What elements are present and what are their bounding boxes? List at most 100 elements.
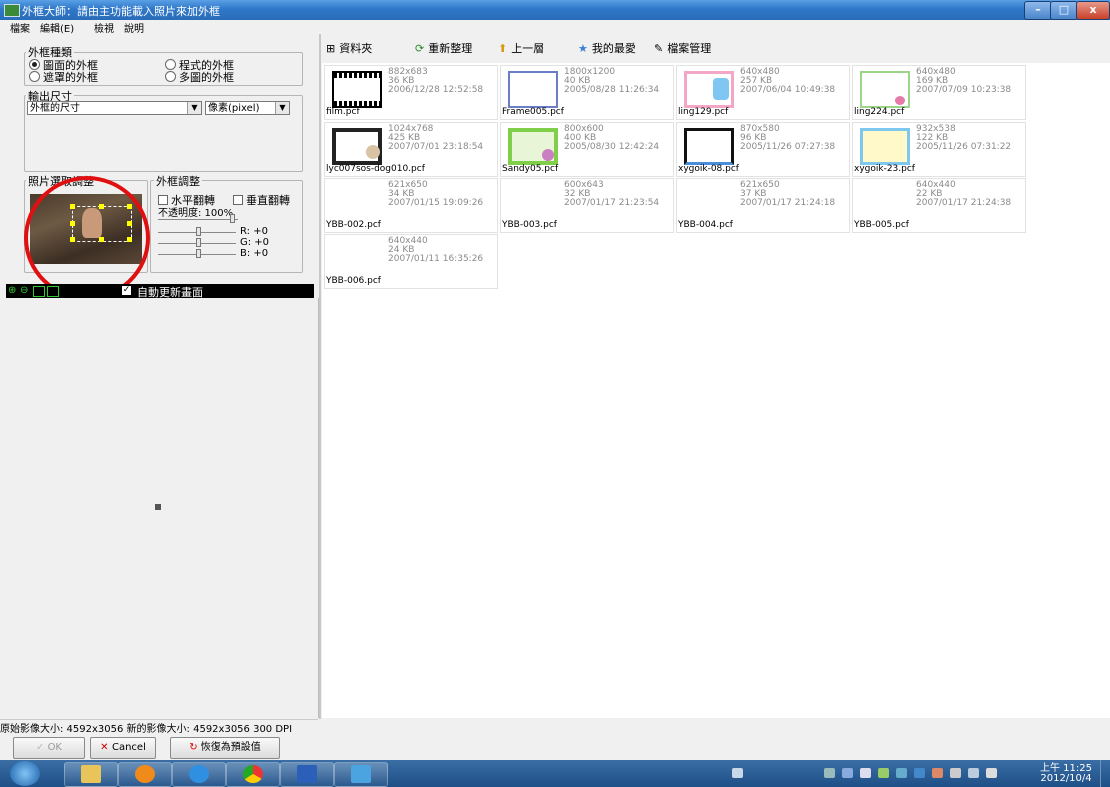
file-name: YBB-003.pcf (502, 220, 557, 230)
radio-mask-frame[interactable]: 遮罩的外框 (29, 69, 98, 85)
maximize-button[interactable]: □ (1050, 1, 1078, 20)
menu-file[interactable]: 檔案 (10, 20, 30, 35)
file-tile[interactable]: 600x643 32 KB 2007/01/17 21:23:54 YBB-003.… (500, 178, 674, 233)
taskbar-chrome[interactable] (226, 762, 280, 787)
black-frame-thumbnail (684, 128, 734, 165)
auto-update-checkbox[interactable]: ✓ (122, 286, 131, 295)
close-button[interactable]: x (1076, 1, 1110, 20)
zoom-out-icon[interactable]: ⊖ (20, 285, 28, 296)
start-button[interactable] (10, 761, 40, 786)
file-tile[interactable]: 640x480 257 KB 2007/06/04 10:49:38 ling129… (676, 65, 850, 120)
favorites-label: 我的最愛 (591, 42, 636, 55)
reset-button[interactable]: ↻ 恢復為預設值 (170, 737, 280, 759)
file-date: 2007/06/04 10:49:38 (740, 85, 836, 95)
tray-icon[interactable] (842, 768, 853, 778)
preview-canvas[interactable] (0, 298, 319, 718)
file-tile[interactable]: 640x440 24 KB 2007/01/11 16:35:26 YBB-006.… (324, 234, 498, 289)
blue-frame-thumbnail (508, 71, 558, 108)
blue-slider[interactable] (158, 249, 236, 259)
cancel-label: Cancel (111, 742, 146, 753)
tray-icon[interactable] (896, 768, 907, 778)
file-tile[interactable]: 640x440 22 KB 2007/01/17 21:24:38 YBB-005.… (852, 178, 1026, 233)
refresh-button[interactable]: ⟳ 重新整理 (415, 40, 472, 56)
tray-icon[interactable] (914, 768, 925, 778)
file-tile[interactable]: 640x480 169 KB 2007/07/09 10:23:38 ling224… (852, 65, 1026, 120)
menu-edit[interactable]: 編輯(E) (40, 20, 74, 35)
file-meta: 870x580 96 KB 2005/11/26 07:27:38 (740, 125, 835, 152)
green-slider[interactable] (158, 238, 236, 248)
folder-label: 資料夾 (339, 42, 373, 55)
up-label: 上一層 (511, 42, 545, 55)
folder-icon (81, 765, 101, 783)
file-name: Sandy05.pcf (502, 164, 559, 174)
file-name: YBB-005.pcf (854, 220, 909, 230)
ie-icon (189, 765, 209, 783)
file-meta: 600x643 32 KB 2007/01/17 21:23:54 (564, 181, 659, 208)
output-size-select[interactable]: 外框的尺寸 ▼ (27, 101, 202, 115)
slider-thumb[interactable] (196, 227, 201, 236)
file-tile[interactable]: 800x600 400 KB 2005/08/30 12:42:24 Sandy05… (500, 122, 674, 177)
menu-help[interactable]: 說明 (124, 20, 144, 35)
blue-value: B: +0 (240, 248, 269, 259)
menu-view[interactable]: 檢視 (94, 20, 114, 35)
file-name: Frame005.pcf (502, 107, 564, 117)
status-bar: 原始影像大小: 4592x3056 新的影像大小: 4592x3056 300 … (0, 719, 318, 735)
opacity-slider[interactable] (158, 214, 238, 224)
file-manager-button[interactable]: ✎ 檔案管理 (654, 40, 711, 56)
file-date: 2007/01/17 21:24:18 (740, 198, 836, 208)
folder-button[interactable]: ⊞ 資料夾 (326, 40, 372, 56)
tray-icon[interactable] (878, 768, 889, 778)
taskbar-word[interactable] (280, 762, 334, 787)
favorites-button[interactable]: ★ 我的最愛 (578, 40, 636, 56)
radio-multi-frame[interactable]: 多圖的外框 (165, 69, 234, 85)
file-list[interactable]: 882x683 36 KB 2006/12/28 12:52:58 film.pcf… (322, 63, 1110, 718)
minimize-button[interactable]: – (1024, 1, 1052, 20)
actual-size-icon[interactable] (47, 286, 59, 297)
red-slider[interactable] (158, 227, 236, 237)
tray-icon[interactable] (860, 768, 871, 778)
taskbar-ie[interactable] (172, 762, 226, 787)
keyboard-icon[interactable] (732, 768, 743, 778)
file-tile[interactable]: 882x683 36 KB 2006/12/28 12:52:58 film.pcf (324, 65, 498, 120)
cartoon-frame-thumbnail (860, 71, 910, 108)
file-tile[interactable]: 621x650 34 KB 2007/01/15 19:09:26 YBB-002.… (324, 178, 498, 233)
blank-frame-thumbnail (860, 184, 910, 221)
file-name: xygoik-23.pcf (854, 164, 915, 174)
file-tile[interactable]: 1024x768 425 KB 2007/07/01 23:18:54 lyc007… (324, 122, 498, 177)
reset-label: 恢復為預設值 (200, 742, 261, 753)
flag-icon[interactable] (950, 768, 961, 778)
file-tile[interactable]: 1800x1200 40 KB 2005/08/28 11:26:34 Frame0… (500, 65, 674, 120)
volume-icon[interactable] (986, 768, 997, 778)
network-icon[interactable] (968, 768, 979, 778)
file-tile[interactable]: 870x580 96 KB 2005/11/26 07:27:38 xygoik-0… (676, 122, 850, 177)
refresh-label: 重新整理 (428, 42, 473, 55)
preview-toolbar: ⊕ ⊖ ✓ 自動更新畫面 (6, 284, 314, 299)
file-date: 2007/01/17 21:24:38 (916, 198, 1012, 208)
file-meta: 640x480 169 KB 2007/07/09 10:23:38 (916, 68, 1011, 95)
fit-window-icon[interactable] (33, 286, 45, 297)
file-tile[interactable]: 621x650 37 KB 2007/01/17 21:24:18 YBB-004.… (676, 178, 850, 233)
file-date: 2005/08/30 12:42:24 (564, 142, 660, 152)
ok-button[interactable]: ✓ OK (13, 737, 85, 759)
taskbar-photo-framer[interactable] (334, 762, 388, 787)
slider-thumb[interactable] (196, 249, 201, 258)
zoom-in-icon[interactable]: ⊕ (8, 285, 16, 296)
taskbar-media-player[interactable] (118, 762, 172, 787)
slider-thumb[interactable] (196, 238, 201, 247)
unit-select[interactable]: 像素(pixel) ▼ (205, 101, 290, 115)
file-name: YBB-002.pcf (326, 220, 381, 230)
sky-frame-thumbnail (860, 128, 910, 165)
taskbar-explorer[interactable] (64, 762, 118, 787)
cartoon-frame-thumbnail (684, 71, 734, 108)
file-date: 2005/11/26 07:27:38 (740, 142, 836, 152)
file-tile[interactable]: 932x538 122 KB 2005/11/26 07:31:22 xygoik-… (852, 122, 1026, 177)
tray-icon[interactable] (932, 768, 943, 778)
up-button[interactable]: ⬆ 上一層 (498, 40, 544, 56)
slider-thumb[interactable] (230, 214, 235, 223)
tray-icon[interactable] (824, 768, 835, 778)
panel-divider[interactable] (319, 34, 321, 719)
show-desktop-button[interactable] (1100, 760, 1110, 787)
clock[interactable]: 上午 11:25 2012/10/4 (1040, 764, 1092, 784)
flip-vertical-checkbox[interactable]: 垂直翻轉 (233, 192, 290, 208)
cancel-button[interactable]: ✕ Cancel (90, 737, 156, 759)
